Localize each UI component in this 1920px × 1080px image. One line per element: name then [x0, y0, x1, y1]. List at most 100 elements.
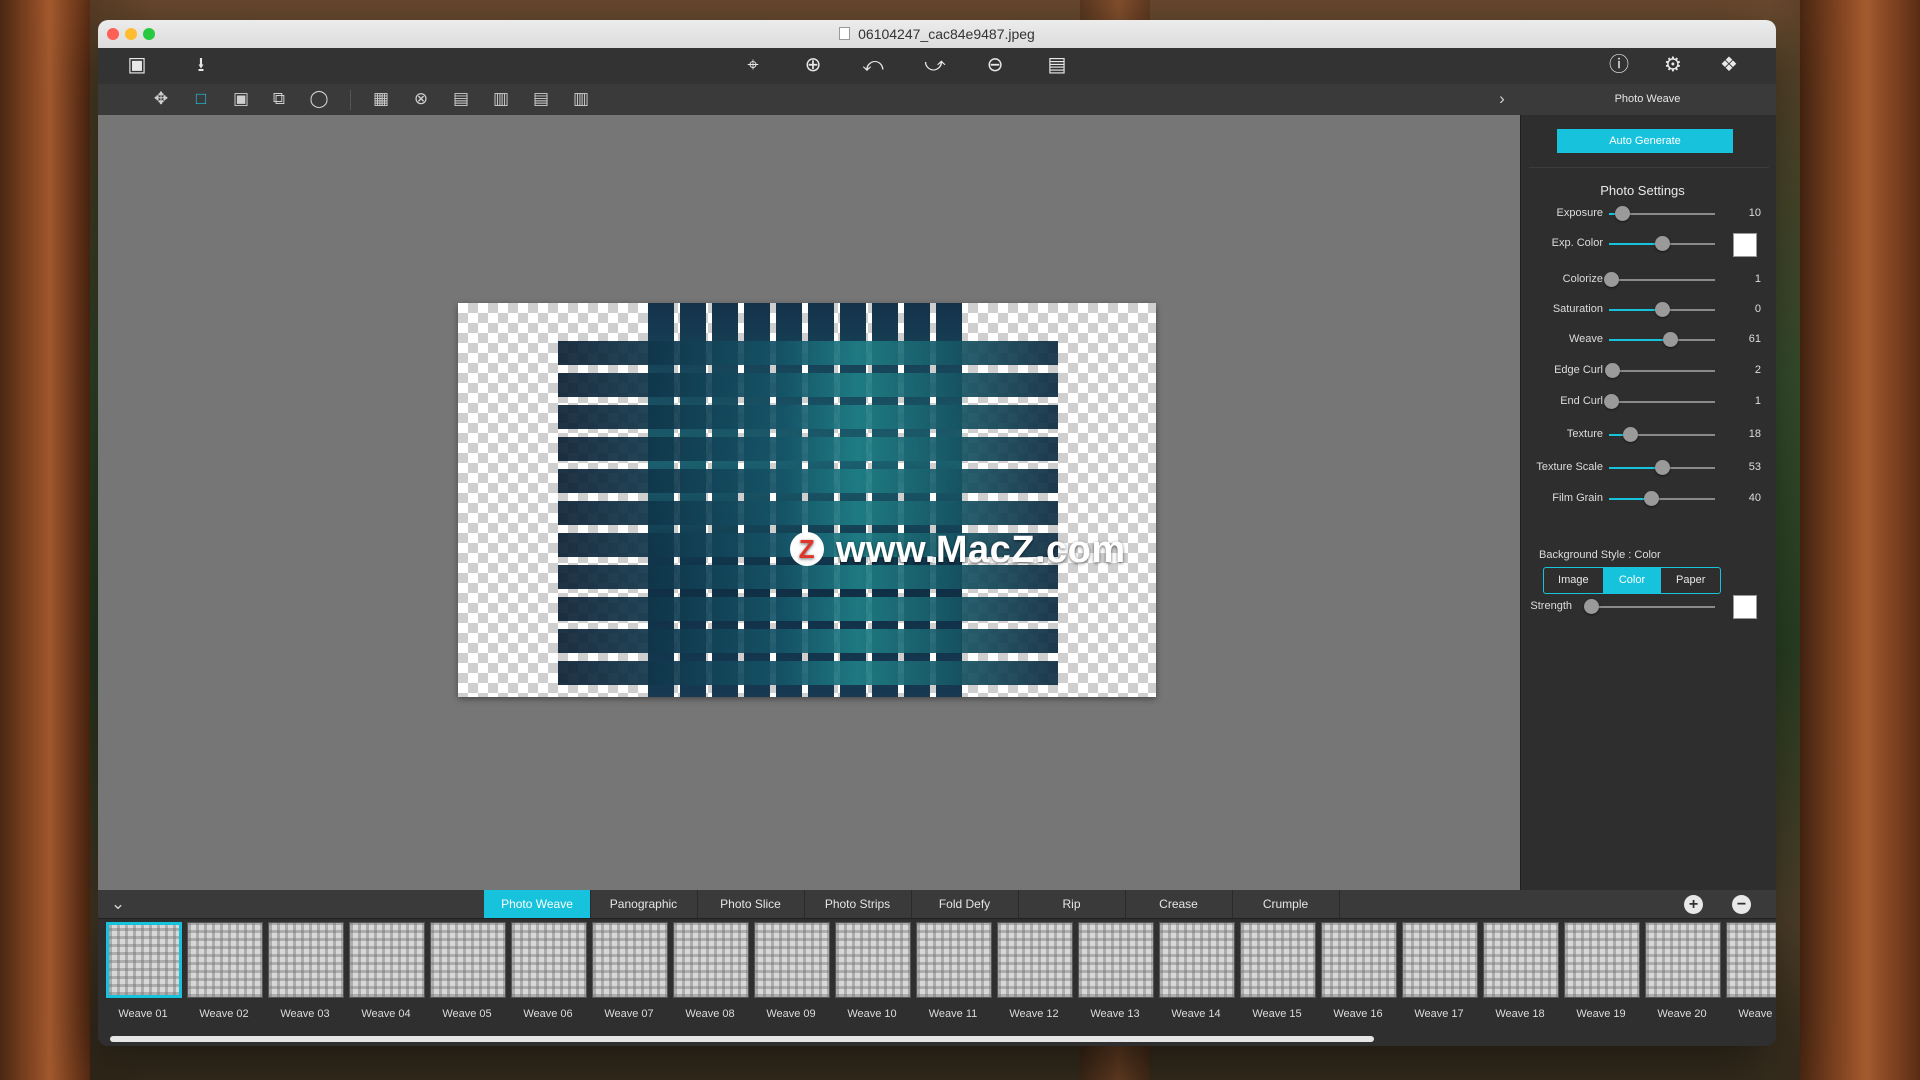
slider-track[interactable] — [1609, 427, 1715, 442]
clear-icon[interactable]: ⊗ — [408, 85, 434, 113]
preset-thumbnail[interactable]: Weave 02 — [185, 922, 263, 1020]
slider-track[interactable] — [1609, 302, 1715, 317]
strength-slider-knob[interactable] — [1584, 599, 1599, 614]
info-icon[interactable]: ⓘ — [1604, 50, 1634, 80]
row-icon[interactable]: ▤ — [448, 85, 474, 113]
background-option-paper[interactable]: Paper — [1661, 568, 1720, 593]
rotate-left-icon[interactable]: ⤺ — [858, 50, 888, 80]
bulb-icon[interactable]: ◯ — [306, 85, 332, 113]
open-image-icon[interactable]: ▣ — [122, 50, 152, 80]
background-option-color[interactable]: Color — [1602, 568, 1662, 593]
slider-track[interactable] — [1609, 206, 1715, 221]
tab-photo-strips[interactable]: Photo Strips — [804, 890, 912, 918]
chevron-down-icon[interactable]: ⌄ — [108, 890, 128, 918]
preset-thumbnail-label: Weave 11 — [928, 1008, 978, 1020]
fit-image-icon[interactable]: ▤ — [1042, 50, 1072, 80]
preset-thumbnail[interactable]: Weave 06 — [509, 922, 587, 1020]
preset-thumbnail-label: Weave 12 — [1009, 1008, 1059, 1020]
slider-track[interactable] — [1609, 460, 1715, 475]
preset-thumbnail-label: Weave 15 — [1252, 1008, 1302, 1020]
preset-thumbnail[interactable]: Weave 05 — [428, 922, 506, 1020]
move-icon[interactable]: ✥ — [148, 85, 174, 113]
background-option-image[interactable]: Image — [1544, 568, 1603, 593]
strength-slider[interactable] — [1584, 599, 1715, 614]
slider-track[interactable] — [1605, 363, 1715, 378]
preset-thumbnail[interactable]: Weave 21 — [1724, 922, 1776, 1020]
preset-thumbnail[interactable]: Weave 12 — [995, 922, 1073, 1020]
slider-knob[interactable] — [1604, 272, 1620, 287]
preset-thumbnail[interactable]: Weave 20 — [1643, 922, 1721, 1020]
slider-row: Film Grain 40 — [1521, 487, 1776, 511]
chevron-right-icon[interactable]: › — [1492, 85, 1512, 113]
preset-thumbnail[interactable]: Weave 13 — [1076, 922, 1154, 1020]
tab-rip[interactable]: Rip — [1018, 890, 1126, 918]
add-preset-button[interactable]: + — [1684, 895, 1703, 914]
preset-thumbnail[interactable]: Weave 11 — [914, 922, 992, 1020]
tab-photo-slice[interactable]: Photo Slice — [697, 890, 805, 918]
select-rect-icon[interactable]: □ — [188, 85, 214, 113]
settings-icon[interactable]: ⚙ — [1658, 50, 1688, 80]
horizontal-lines-icon[interactable]: ▤ — [528, 85, 554, 113]
tab-crease[interactable]: Crease — [1125, 890, 1233, 918]
preset-thumbnail[interactable]: Weave 09 — [752, 922, 830, 1020]
preset-thumbnail[interactable]: Weave 14 — [1157, 922, 1235, 1020]
transform-icon[interactable]: ⧉ — [266, 85, 292, 113]
preset-thumbnail[interactable]: Weave 17 — [1400, 922, 1478, 1020]
slider-value: 10 — [1748, 207, 1761, 219]
photo-weave-preview[interactable] — [458, 303, 1156, 697]
effects-browser: ⌄ Photo Weave Panographic Photo Slice Ph… — [98, 890, 1776, 1046]
slider-track[interactable] — [1604, 272, 1715, 287]
vertical-lines-icon[interactable]: ▥ — [568, 85, 594, 113]
slider-track[interactable] — [1609, 236, 1715, 251]
preset-thumbnail[interactable]: Weave 19 — [1562, 922, 1640, 1020]
slider-knob[interactable] — [1644, 491, 1660, 506]
slider-knob[interactable] — [1623, 427, 1639, 442]
slider-track[interactable] — [1604, 394, 1715, 409]
strength-color-swatch[interactable] — [1733, 595, 1757, 619]
effects-tabs: ⌄ Photo Weave Panographic Photo Slice Ph… — [98, 890, 1776, 919]
tab-photo-weave[interactable]: Photo Weave — [484, 890, 591, 918]
slider-track[interactable] — [1609, 332, 1715, 347]
save-export-icon[interactable]: ⭳ — [186, 50, 216, 80]
insert-image-icon[interactable]: ▦ — [368, 85, 394, 113]
title-bar: 06104247_cac84e9487.jpeg — [98, 20, 1776, 49]
slider-knob[interactable] — [1655, 460, 1670, 475]
tab-fold-defy[interactable]: Fold Defy — [911, 890, 1019, 918]
horizontal-scrollbar[interactable] — [110, 1036, 1374, 1042]
slider-knob[interactable] — [1655, 302, 1670, 317]
preset-thumbnails: Weave 01 Weave 02 Weave 03 Weave 04 Weave 05… — [98, 922, 1776, 1032]
preset-thumbnail[interactable]: Weave 10 — [833, 922, 911, 1020]
slider-knob[interactable] — [1604, 394, 1620, 409]
preset-thumbnail[interactable]: Weave 15 — [1238, 922, 1316, 1020]
slider-row: Exposure 10 — [1521, 202, 1776, 226]
slider-knob[interactable] — [1663, 332, 1679, 347]
tab-panographic[interactable]: Panographic — [590, 890, 698, 918]
slider-knob[interactable] — [1655, 236, 1670, 251]
preset-thumbnail[interactable]: Weave 03 — [266, 922, 344, 1020]
preset-thumbnail[interactable]: Weave 08 — [671, 922, 749, 1020]
preset-thumbnail[interactable]: Weave 04 — [347, 922, 425, 1020]
rotate-right-icon[interactable]: ⤻ — [920, 50, 950, 80]
photo-settings-title: Photo Settings — [1600, 183, 1685, 198]
weave-strip — [558, 405, 1058, 429]
tab-crumple[interactable]: Crumple — [1232, 890, 1340, 918]
slider-knob[interactable] — [1614, 206, 1630, 221]
document-icon — [839, 27, 851, 40]
column-icon[interactable]: ▥ — [488, 85, 514, 113]
exposure-color-swatch[interactable] — [1733, 233, 1757, 257]
preset-thumbnail[interactable]: Weave 18 — [1481, 922, 1559, 1020]
slider-knob[interactable] — [1605, 363, 1621, 378]
remove-preset-button[interactable]: − — [1732, 895, 1751, 914]
auto-generate-button[interactable]: Auto Generate — [1557, 129, 1733, 153]
preset-thumbnail[interactable]: Weave 01 — [104, 922, 182, 1020]
crop-icon[interactable]: ⌖ — [738, 50, 768, 80]
slider-track[interactable] — [1609, 491, 1715, 506]
canvas-area[interactable]: Zwww.MacZ.com — [98, 115, 1520, 890]
zoom-out-icon[interactable]: ⊖ — [980, 50, 1010, 80]
preset-thumbnail-image — [673, 922, 749, 998]
effects-icon[interactable]: ❖ — [1714, 50, 1744, 80]
preset-thumbnail[interactable]: Weave 07 — [590, 922, 668, 1020]
portrait-icon[interactable]: ▣ — [228, 85, 254, 113]
preset-thumbnail[interactable]: Weave 16 — [1319, 922, 1397, 1020]
zoom-in-icon[interactable]: ⊕ — [798, 50, 828, 80]
